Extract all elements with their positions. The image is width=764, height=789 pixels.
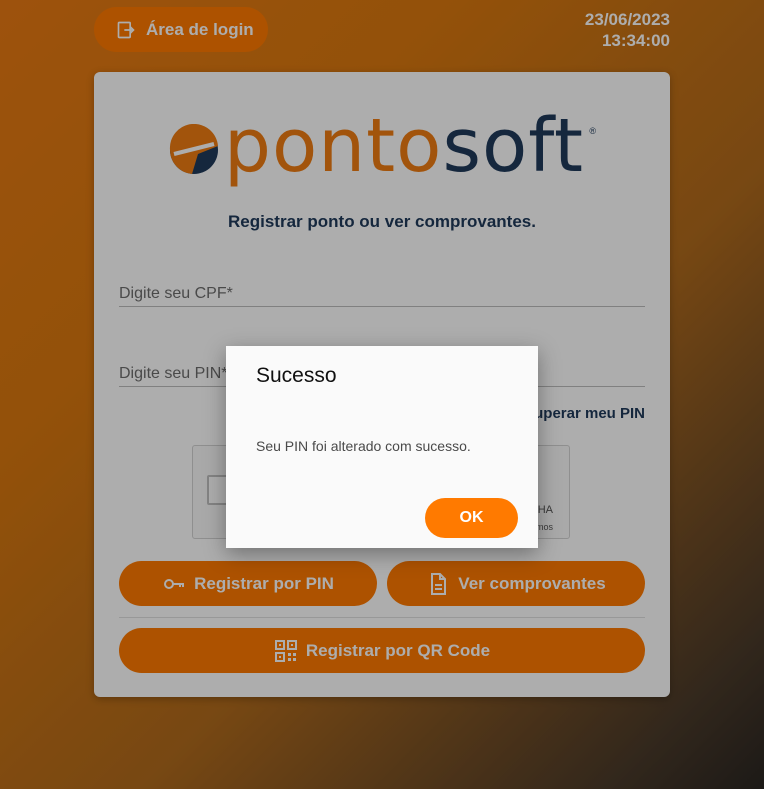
dialog-message: Seu PIN foi alterado com sucesso. (256, 438, 471, 454)
dialog-title: Sucesso (256, 364, 337, 387)
success-dialog: Sucesso Seu PIN foi alterado com sucesso… (226, 346, 538, 548)
dialog-ok-button[interactable]: OK (425, 498, 518, 538)
